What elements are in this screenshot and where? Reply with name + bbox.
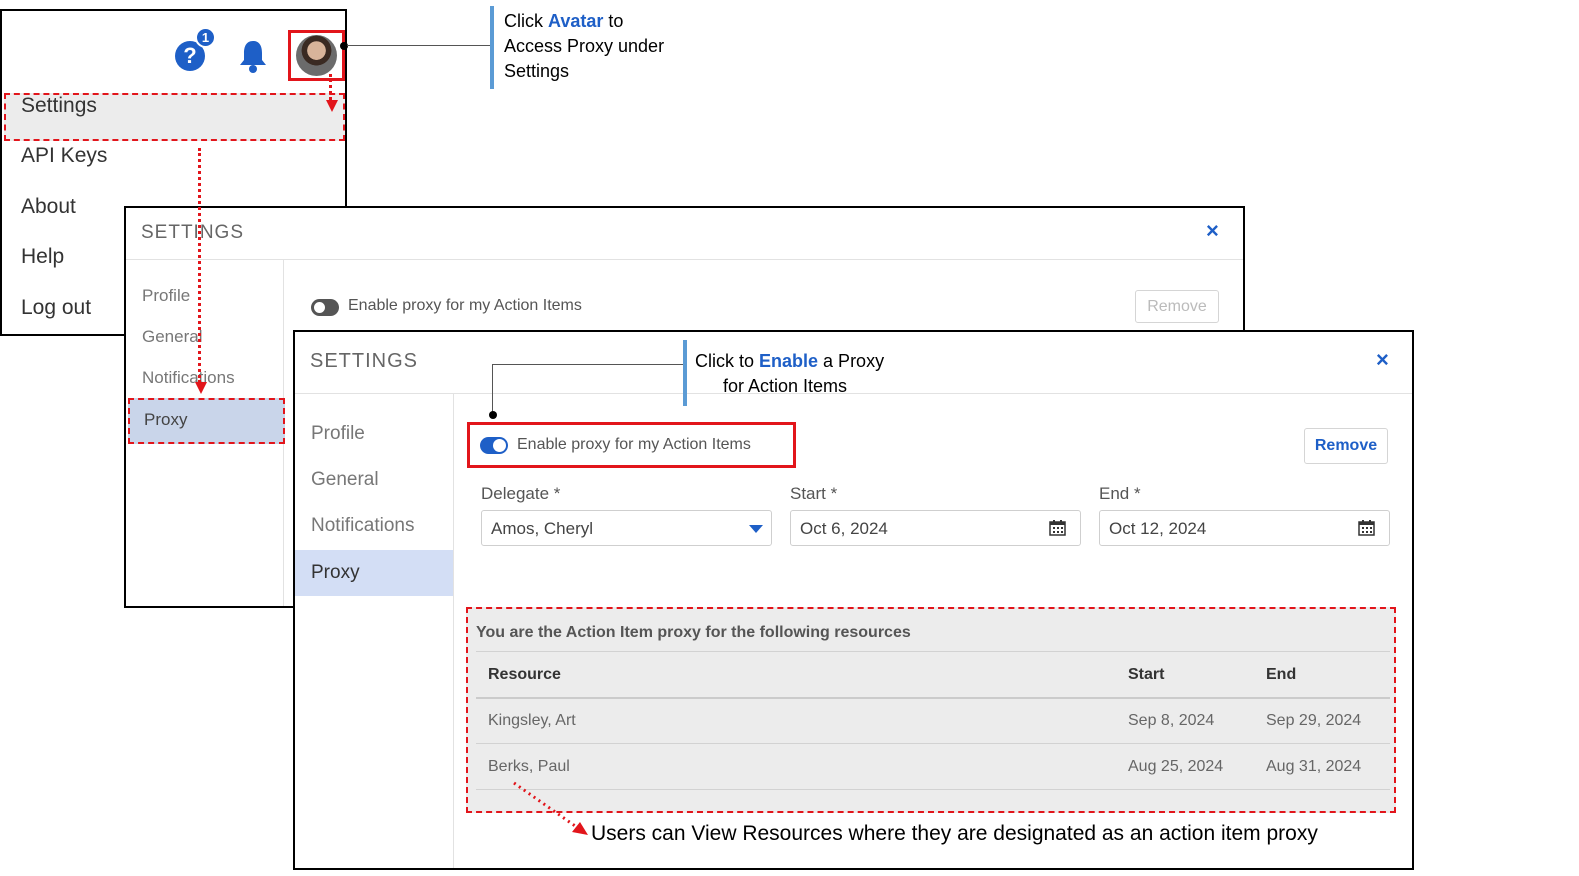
start-date-value: Oct 6, 2024 [800, 519, 888, 538]
divider [476, 789, 1390, 790]
delegate-value: Amos, Cheryl [491, 519, 594, 538]
proxy-resources-panel: You are the Action Item proxy for the fo… [466, 607, 1396, 813]
sidebar-item-profile[interactable]: Profile [311, 423, 365, 445]
callout-avatar: Click Avatar to Access Proxy under Setti… [504, 9, 664, 84]
divider [476, 697, 1390, 699]
arrow-line [329, 74, 332, 100]
table-cell: Sep 29, 2024 [1266, 712, 1362, 729]
remove-button[interactable]: Remove [1135, 290, 1219, 323]
arrow-head [326, 100, 338, 112]
sidebar-item-notifications[interactable]: Notifications [311, 515, 415, 537]
column-header-resource: Resource [488, 666, 561, 683]
callout-bar [490, 6, 494, 89]
column-header-end: End [1266, 666, 1297, 683]
callout-enable: Click to Enable a Proxy for Action Items [695, 349, 884, 399]
toggle-label: Enable proxy for my Action Items [348, 297, 582, 314]
close-icon[interactable]: × [1206, 218, 1219, 244]
settings-sidebar: Profile General Notifications Proxy [295, 394, 454, 868]
callout-text: for Action Items [723, 376, 848, 396]
sidebar-item-label: Proxy [311, 562, 360, 583]
divider [476, 651, 1390, 652]
sidebar-item-profile[interactable]: Profile [142, 286, 190, 306]
bell-icon[interactable] [237, 38, 269, 74]
panel-title: You are the Action Item proxy for the fo… [476, 624, 911, 641]
callout-bar [683, 340, 687, 406]
connector-dot [340, 42, 348, 50]
callout-text: to [603, 11, 624, 31]
callout-text: Settings [504, 61, 570, 81]
arrow-head [195, 382, 207, 394]
close-icon[interactable]: × [1376, 347, 1389, 373]
calendar-icon[interactable] [1358, 520, 1375, 536]
sidebar-item-proxy[interactable]: Proxy [295, 550, 453, 596]
chevron-down-icon[interactable] [749, 525, 763, 533]
proxy-toggle[interactable] [480, 437, 508, 454]
calendar-icon[interactable] [1049, 520, 1066, 536]
connector-line [347, 45, 490, 46]
menu-item-help[interactable]: Help [21, 245, 64, 269]
avatar-button[interactable] [288, 30, 345, 81]
connector-line [492, 364, 493, 414]
sidebar-item-label: Proxy [144, 410, 188, 429]
sidebar-item-general[interactable]: General [311, 469, 379, 491]
arrow-line [198, 148, 201, 383]
start-date-field[interactable]: Oct 6, 2024 [790, 510, 1081, 546]
help-notification-badge: 1 [195, 27, 216, 48]
callout-users: Users can View Resources where they are … [591, 822, 1318, 845]
avatar[interactable] [296, 35, 337, 76]
menu-item-settings[interactable]: Settings [21, 94, 97, 118]
remove-button[interactable]: Remove [1304, 428, 1388, 464]
dialog-header: SETTINGS × [126, 208, 1243, 260]
column-header-start: Start [1128, 666, 1165, 683]
end-date-value: Oct 12, 2024 [1109, 519, 1207, 538]
toggle-label: Enable proxy for my Action Items [517, 436, 751, 453]
table-cell: Aug 31, 2024 [1266, 758, 1362, 775]
menu-item-about[interactable]: About [21, 195, 76, 219]
sidebar-item-general[interactable]: General [142, 327, 202, 347]
delegate-select[interactable]: Amos, Cheryl [481, 510, 772, 546]
table-cell: Aug 25, 2024 [1128, 758, 1224, 775]
proxy-toggle[interactable] [311, 299, 339, 316]
table-cell: Berks, Paul [488, 758, 570, 775]
connector-line [492, 364, 684, 365]
connector-dot [489, 411, 497, 419]
start-label: Start * [790, 484, 838, 503]
callout-emphasis: Enable [759, 351, 819, 371]
callout-text: Click to [695, 351, 760, 371]
end-date-field[interactable]: Oct 12, 2024 [1099, 510, 1390, 546]
callout-arrow [513, 781, 588, 835]
callout-text: Access Proxy under [504, 36, 665, 56]
end-label: End * [1099, 484, 1141, 503]
dialog-title: SETTINGS [141, 222, 245, 243]
divider [476, 743, 1390, 744]
table-cell: Sep 8, 2024 [1128, 712, 1215, 729]
menu-item-log-out[interactable]: Log out [21, 296, 91, 320]
delegate-label: Delegate * [481, 484, 561, 503]
sidebar-item-notifications[interactable]: Notifications [142, 368, 235, 388]
dialog-title: SETTINGS [310, 350, 419, 372]
callout-text: a Proxy [818, 351, 885, 371]
callout-emphasis: Avatar [548, 11, 604, 31]
callout-text: Click [504, 11, 548, 31]
menu-item-api-keys[interactable]: API Keys [21, 144, 107, 168]
sidebar-item-proxy[interactable]: Proxy [128, 398, 285, 444]
table-cell: Kingsley, Art [488, 712, 576, 729]
